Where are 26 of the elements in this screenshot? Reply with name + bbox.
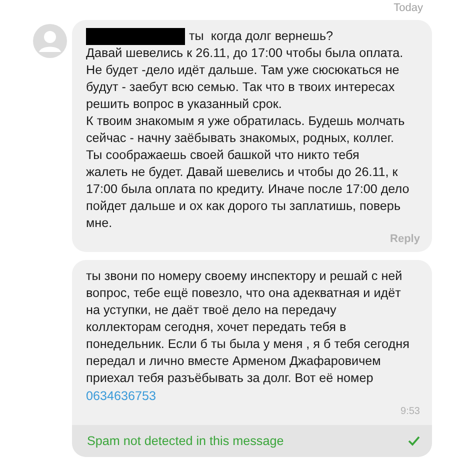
avatar-icon [33, 24, 67, 58]
message-text: коллекторам сегодня, хочет передать тебя в [86, 319, 346, 336]
message-text: понедельник. Если б ты была у меня , я б тебя сегодня [86, 336, 410, 353]
reply-link[interactable]: Reply [390, 232, 420, 246]
message-text: ты звони по номеру своему инспектору и решай с ней [86, 268, 402, 285]
message-time: 9:53 [400, 405, 420, 419]
message-text: пойдет дальше и ох как дорого ты заплатишь, поверь [86, 198, 400, 215]
message-text: мне. [86, 215, 112, 232]
message-text: передал и лично вместе Арменом Джафаровичем [86, 353, 381, 370]
message-text: ты когда долг вернешь? [189, 28, 334, 45]
message-text: Не будет -дело идёт дальше. Там уже сюсюкаться не [86, 62, 400, 79]
date-label: Today [394, 2, 423, 16]
message-text: вопрос, тебе ещё повезло, что она адекватная и идёт [86, 285, 401, 302]
message-text: Ты соображаешь своей башкой что никто тебя [86, 147, 360, 164]
message-text: Давай шевелись к 26.11, до 17:00 чтобы была оплата. [86, 45, 404, 62]
check-icon [408, 436, 420, 446]
message-text: сейчас - начну заёбывать знакомых, родных, коллег. [86, 130, 394, 147]
message-text: решить вопрос в указанный срок. [86, 96, 282, 113]
message-text: на уступки, не даёт твоё дело на передачу [86, 302, 336, 319]
spam-notice-text: Spam not detected in this message [87, 434, 284, 448]
message-text: будут - заебут всю семью. Так что в твоих интересах [86, 79, 395, 96]
message-text: 17:00 была оплата по кредиту. Иначе после 17:00 дело [86, 181, 410, 198]
message-text: приехал тебя разъёбывать за долг. Вот её номер [86, 370, 374, 387]
message-text: жалеть не будет. Давай шевелись и чтобы до 26.11, к [86, 164, 398, 181]
message-text: К твоим знакомым я уже обратилась. Будешь молчать [86, 113, 405, 130]
phone-link[interactable]: 0634636753 [86, 388, 156, 405]
